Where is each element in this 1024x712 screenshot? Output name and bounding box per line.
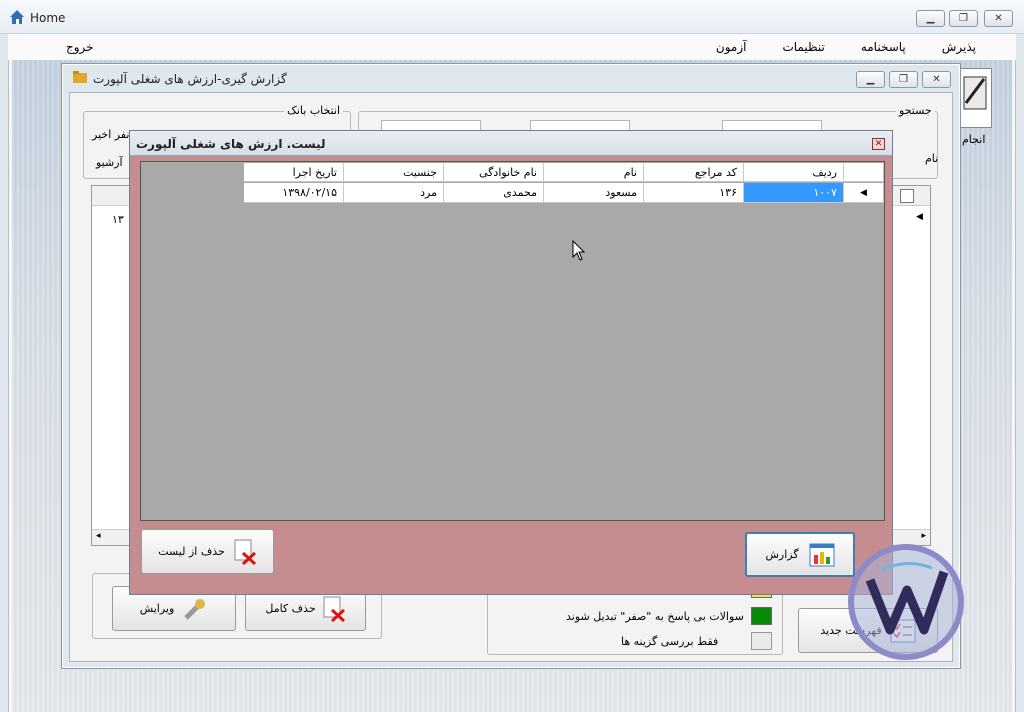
report-chart-icon [809, 543, 835, 566]
dialog-close-button[interactable]: ✕ [872, 138, 885, 150]
exec-label: انجام [962, 133, 986, 146]
records-grid-cell: ۱۳ [112, 213, 124, 226]
option-unanswered-label: سوالات بی پاسخ به "صفر" تبدیل شوند [566, 610, 744, 623]
cell-code[interactable]: ۱۳۶ [644, 183, 744, 203]
menubar: پذیرش پاسخنامه تنظیمات آزمون [8, 34, 1016, 60]
col-header-gender[interactable]: جنسیت [344, 163, 444, 182]
report-button[interactable]: گزارش [745, 532, 855, 577]
report-button-label: گزارش [765, 548, 799, 561]
remove-from-list-label: حذف از لیست [158, 545, 225, 558]
bank-caption: انتخاب بانک [284, 104, 344, 117]
delete-all-label: حذف کامل [265, 602, 316, 615]
maximize-button[interactable]: ❐ [949, 10, 978, 27]
watermark-logo-mark [865, 562, 949, 635]
home-titlebar [0, 0, 1024, 34]
minimize-button[interactable]: ▁ [916, 10, 945, 27]
menu-exit[interactable]: خروج [66, 40, 94, 54]
row-header-corner [844, 163, 884, 182]
search-caption: جستجو [896, 104, 935, 117]
row-pointer-icon: ◀ [916, 212, 923, 222]
archive-label[interactable]: آرشیو [96, 156, 123, 169]
home-icon [10, 10, 24, 24]
col-header-date[interactable]: تاریخ اجرا [244, 163, 344, 182]
cell-date[interactable]: ۱۳۹۸/۰۲/۱۵ [244, 183, 344, 203]
dialog-grid[interactable] [140, 161, 885, 521]
dialog-title: لیست. ارزش های شغلی آلپورت [136, 137, 326, 151]
menu-settings[interactable]: تنظیمات [782, 40, 824, 54]
menu-answersheet[interactable]: پاسخنامه [861, 40, 906, 54]
wrench-icon [184, 598, 206, 620]
delete-document-icon [323, 596, 345, 622]
cell-gender[interactable]: مرد [344, 183, 444, 203]
col-header-name[interactable]: نام [544, 163, 644, 182]
window-title: Home [30, 11, 66, 25]
report-window-title: گزارش گیری-ارزش های شغلی آلپورت [93, 72, 287, 86]
name-label: نام [925, 152, 939, 165]
clipboard-icon [963, 76, 987, 110]
edit-button-label: ویرایش [139, 602, 175, 615]
cell-family[interactable]: محمدی [444, 183, 544, 203]
option-gray-box[interactable] [751, 632, 772, 650]
option-green-box[interactable] [751, 607, 772, 625]
delete-document-icon [234, 539, 256, 565]
select-all-checkbox[interactable] [900, 189, 914, 203]
report-maximize-button[interactable]: ❐ [889, 71, 918, 88]
row-pointer-icon[interactable]: ◀ [844, 183, 884, 203]
cell-name[interactable]: مسعود [544, 183, 644, 203]
report-close-button[interactable]: ✕ [922, 71, 951, 88]
close-button[interactable]: ✕ [984, 10, 1013, 27]
mouse-cursor-icon [572, 240, 586, 261]
latest-label[interactable]: نفر اخیر [92, 128, 129, 141]
menu-test[interactable]: آزمون [716, 40, 747, 54]
scroll-left-icon[interactable]: ◂ [96, 531, 101, 541]
col-header-row[interactable]: ردیف [744, 163, 844, 182]
option-check-only-label: فقط بررسی گزینه ها [621, 635, 719, 648]
report-minimize-button[interactable]: ▁ [856, 71, 885, 88]
cell-row-number[interactable]: ۱۰۰۷ [744, 183, 844, 203]
folder-icon [73, 71, 87, 83]
col-header-family[interactable]: نام خانوادگی [444, 163, 544, 182]
col-header-code[interactable]: کد مراجع [644, 163, 744, 182]
remove-from-list-button[interactable]: حذف از لیست [141, 529, 274, 574]
menu-reception[interactable]: پذیرش [942, 40, 976, 54]
scroll-right-icon[interactable]: ▸ [921, 531, 926, 541]
exec-panel[interactable] [958, 68, 992, 128]
